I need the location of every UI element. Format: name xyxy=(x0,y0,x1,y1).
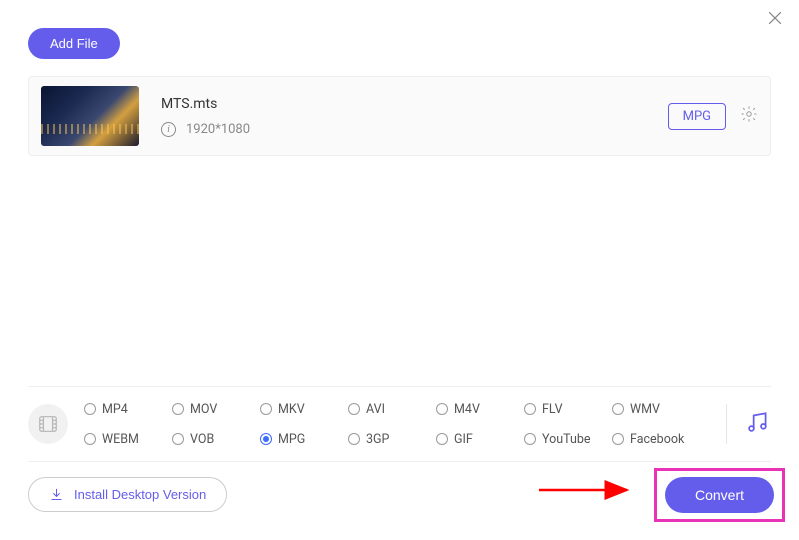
format-option-webm[interactable]: WEBM xyxy=(84,427,168,451)
radio-icon xyxy=(172,403,184,415)
info-icon: i xyxy=(161,122,176,137)
video-formats-icon[interactable] xyxy=(28,404,68,444)
format-label: AVI xyxy=(366,402,385,417)
install-desktop-button[interactable]: Install Desktop Version xyxy=(28,477,227,512)
file-resolution: 1920*1080 xyxy=(186,122,250,137)
format-label: M4V xyxy=(454,402,480,417)
format-label: VOB xyxy=(190,432,214,447)
format-option-avi[interactable]: AVI xyxy=(348,397,432,421)
convert-button[interactable]: Convert xyxy=(665,477,774,513)
settings-icon[interactable] xyxy=(740,105,758,127)
format-label: Facebook xyxy=(630,432,684,447)
audio-formats-icon[interactable] xyxy=(745,409,771,439)
add-file-button[interactable]: Add File xyxy=(28,28,120,59)
radio-icon xyxy=(436,403,448,415)
install-desktop-label: Install Desktop Version xyxy=(74,487,206,502)
format-label: MP4 xyxy=(102,402,128,417)
radio-icon xyxy=(612,433,624,445)
format-radio-grid: MP4 MOV MKV AVI M4V FLV WMV WEBM VOB MPG 3GP GIF You… xyxy=(84,397,708,451)
radio-icon xyxy=(260,433,272,445)
format-label: GIF xyxy=(454,432,473,447)
output-format-badge[interactable]: MPG xyxy=(668,103,726,130)
format-option-flv[interactable]: FLV xyxy=(524,397,608,421)
format-label: MPG xyxy=(278,432,305,447)
close-icon[interactable] xyxy=(765,8,785,32)
format-option-gif[interactable]: GIF xyxy=(436,427,520,451)
radio-icon xyxy=(612,403,624,415)
format-label: FLV xyxy=(542,402,563,417)
annotation-highlight-box: Convert xyxy=(654,468,785,522)
radio-icon xyxy=(348,433,360,445)
format-label: YouTube xyxy=(542,432,591,447)
format-option-mpg[interactable]: MPG xyxy=(260,427,344,451)
format-option-3gp[interactable]: 3GP xyxy=(348,427,432,451)
format-label: MKV xyxy=(278,402,305,417)
file-meta: MTS.mts i 1920*1080 xyxy=(161,96,668,137)
section-divider xyxy=(726,404,727,444)
format-label: MOV xyxy=(190,402,217,417)
format-label: 3GP xyxy=(366,432,389,447)
format-option-mp4[interactable]: MP4 xyxy=(84,397,168,421)
format-label: WMV xyxy=(630,402,660,417)
file-name: MTS.mts xyxy=(161,96,668,112)
format-section: MP4 MOV MKV AVI M4V FLV WMV WEBM VOB MPG 3GP GIF You… xyxy=(28,386,771,462)
format-option-vob[interactable]: VOB xyxy=(172,427,256,451)
radio-icon xyxy=(524,403,536,415)
radio-icon xyxy=(260,403,272,415)
radio-icon xyxy=(348,403,360,415)
format-option-wmv[interactable]: WMV xyxy=(612,397,696,421)
radio-icon xyxy=(84,403,96,415)
format-option-mov[interactable]: MOV xyxy=(172,397,256,421)
annotation-arrow xyxy=(539,480,639,504)
format-label: WEBM xyxy=(102,432,139,447)
radio-icon xyxy=(172,433,184,445)
file-item: MTS.mts i 1920*1080 MPG xyxy=(28,76,771,156)
format-option-facebook[interactable]: Facebook xyxy=(612,427,696,451)
format-option-m4v[interactable]: M4V xyxy=(436,397,520,421)
format-option-youtube[interactable]: YouTube xyxy=(524,427,608,451)
radio-icon xyxy=(436,433,448,445)
file-thumbnail xyxy=(41,86,139,146)
radio-icon xyxy=(84,433,96,445)
format-option-mkv[interactable]: MKV xyxy=(260,397,344,421)
radio-icon xyxy=(524,433,536,445)
